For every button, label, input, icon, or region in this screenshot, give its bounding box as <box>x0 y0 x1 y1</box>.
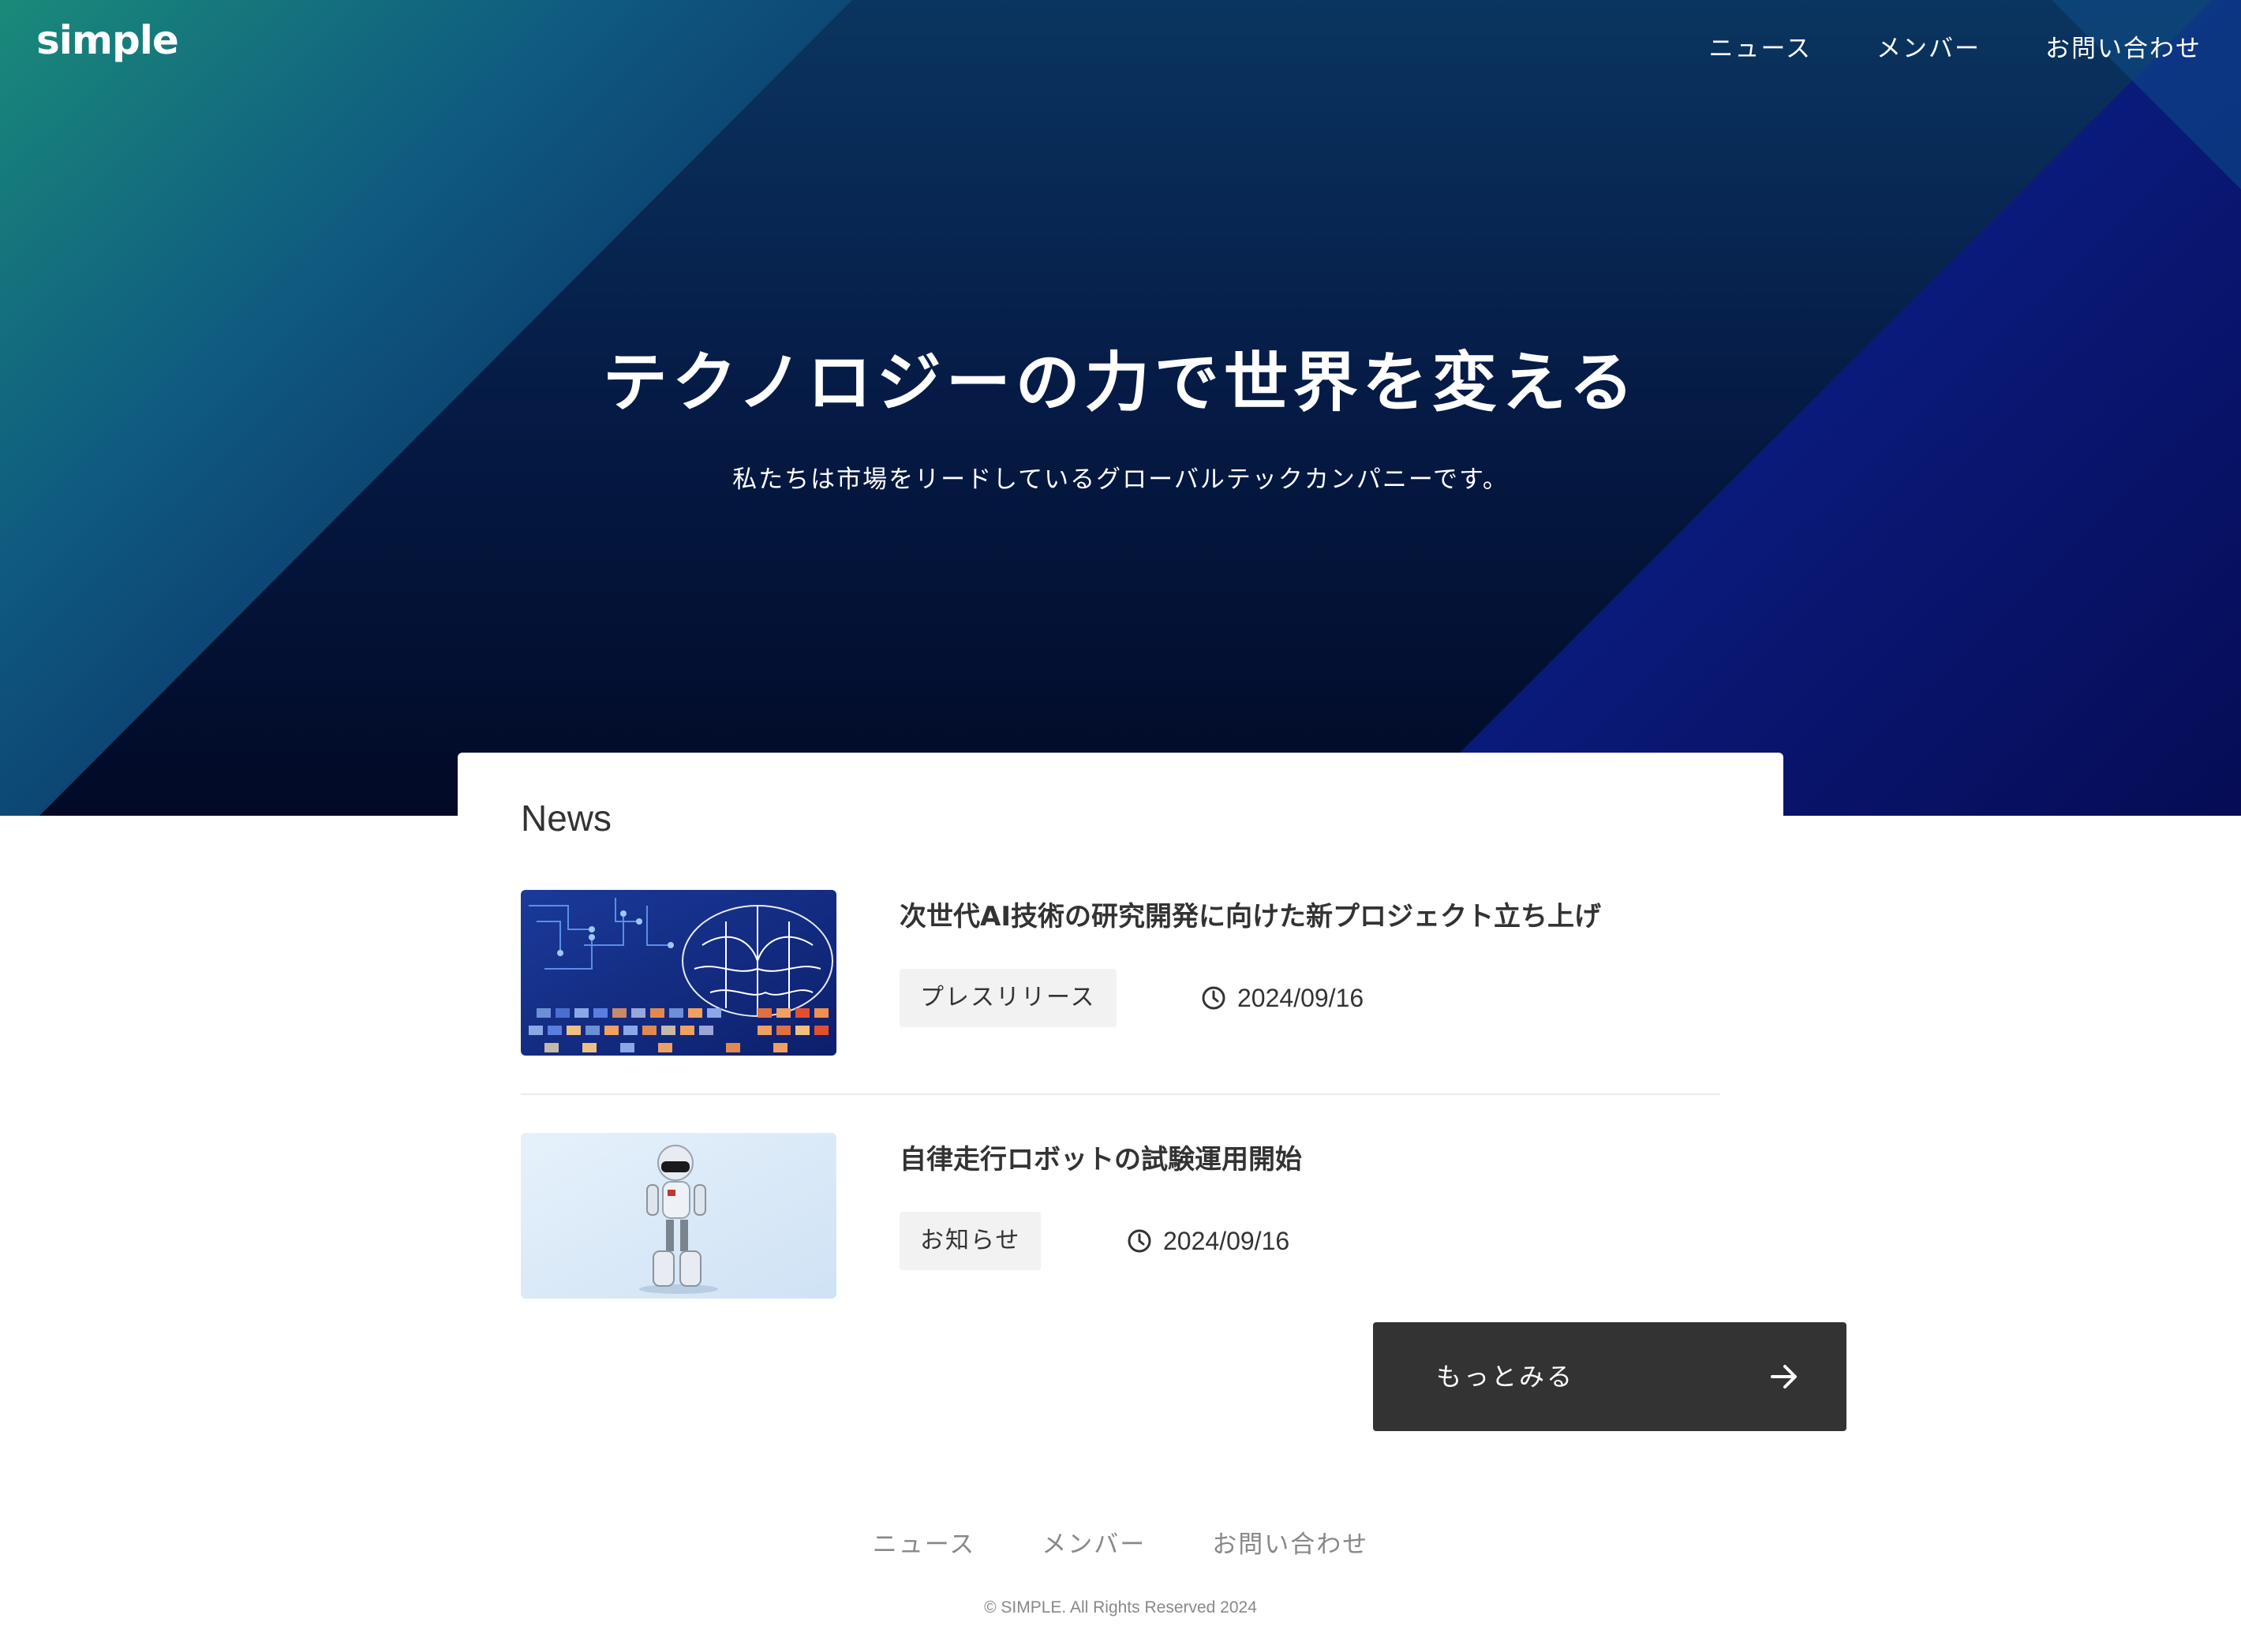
news-item[interactable]: 次世代AI技術の研究開発に向けた新プロジェクト立ち上げ プレスリリース 2024… <box>521 890 1720 1057</box>
divider <box>521 1093 1720 1095</box>
news-item-date: 2024/09/16 <box>1127 1212 1289 1270</box>
clock-icon <box>1128 1229 1151 1253</box>
robot-image[interactable] <box>521 1133 836 1299</box>
more-button-label: もっとみる <box>1436 1362 1575 1392</box>
more-button[interactable]: もっとみる <box>1373 1322 1846 1431</box>
arrow-right-icon <box>1771 1365 1797 1389</box>
footer-link-contact[interactable]: お問い合わせ <box>1212 1524 1368 1560</box>
hero-subtitle: 私たちは市場をリードしているグローバルテックカンパニーです。 <box>732 465 1509 494</box>
date-text: 2024/09/16 <box>1237 983 1364 1012</box>
nav-link-members[interactable]: メンバー <box>1876 28 1981 64</box>
logo[interactable]: simple <box>36 17 179 63</box>
news-item-title[interactable]: 自律走行ロボットの試験運用開始 <box>900 1138 1302 1176</box>
copyright: © SIMPLE. All Rights Reserved 2024 <box>984 1598 1257 1616</box>
hero-title: テクノロジーの力で世界を変える <box>602 346 1639 420</box>
ai-brain-circuit-image[interactable] <box>521 890 836 1056</box>
hero-section: simple ニュース メンバー お問い合わせ テクノロジーの力で世界を変える … <box>0 0 2241 816</box>
category-tag: プレスリリース <box>900 969 1117 1027</box>
news-item[interactable]: 自律走行ロボットの試験運用開始 お知らせ 2024/09/16 <box>521 1133 1720 1300</box>
nav-link-news[interactable]: ニュース <box>1709 28 1812 64</box>
footer-nav: ニュース メンバー お問い合わせ <box>0 1524 2241 1560</box>
footer-link-members[interactable]: メンバー <box>1042 1524 1146 1560</box>
news-item-title[interactable]: 次世代AI技術の研究開発に向けた新プロジェクト立ち上げ <box>900 895 1601 933</box>
site-header: simple ニュース メンバー お問い合わせ <box>0 0 2241 95</box>
news-item-date: 2024/09/16 <box>1201 969 1364 1027</box>
news-heading: News <box>521 798 612 839</box>
nav-link-contact[interactable]: お問い合わせ <box>2045 28 2202 64</box>
footer-link-news[interactable]: ニュース <box>873 1524 975 1560</box>
clock-icon <box>1202 986 1225 1010</box>
main-nav: ニュース メンバー お問い合わせ <box>1709 28 2202 64</box>
category-tag: お知らせ <box>900 1212 1042 1270</box>
date-text: 2024/09/16 <box>1163 1226 1290 1255</box>
